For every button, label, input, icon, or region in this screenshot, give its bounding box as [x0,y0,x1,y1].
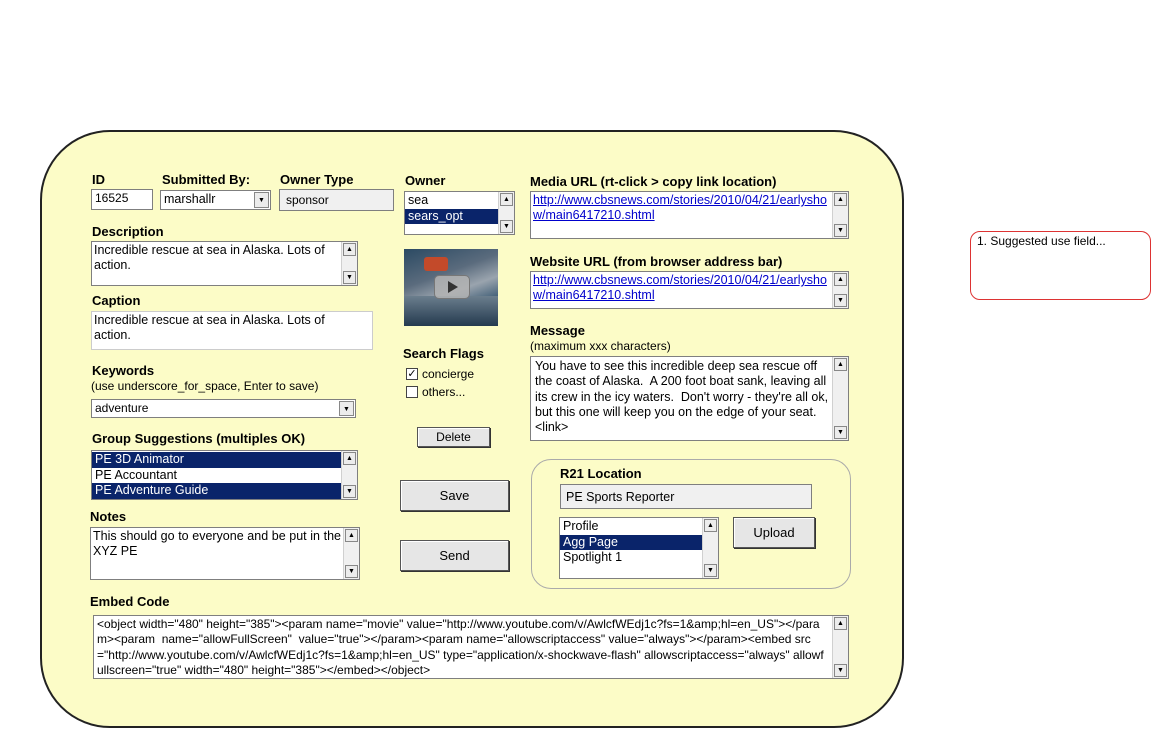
scroll-up-icon[interactable]: ▲ [704,519,717,532]
embed-code-label: Embed Code [90,594,170,609]
scroll-down-icon[interactable]: ▼ [834,426,847,439]
search-flags-label: Search Flags [403,346,484,361]
save-button[interactable]: Save [400,480,509,511]
scrollbar[interactable]: ▲ ▼ [498,192,514,234]
scroll-down-icon[interactable]: ▼ [834,224,847,237]
scroll-up-icon[interactable]: ▲ [834,617,847,630]
description-field[interactable]: Incredible rescue at sea in Alaska. Lots… [91,241,358,286]
scroll-up-icon[interactable]: ▲ [834,193,847,206]
embed-code-text: <object width="480" height="385"><param … [97,617,824,677]
scrollbar[interactable]: ▲ ▼ [343,528,359,579]
media-url-link[interactable]: http://www.cbsnews.com/stories/2010/04/2… [533,193,830,223]
caption-text: Incredible rescue at sea in Alaska. Lots… [94,313,329,342]
message-text: You have to see this incredible deep sea… [535,359,832,435]
message-label: Message [530,323,585,338]
message-hint: (maximum xxx characters) [530,339,671,353]
r21-option-selected[interactable]: Agg Page [560,534,702,550]
caption-label: Caption [92,293,141,308]
chevron-down-icon[interactable]: ▼ [339,401,354,416]
r21-location-list[interactable]: Profile Agg Page Spotlight 1 ▲ ▼ [559,517,719,579]
submitted-by-value: marshallr [164,192,216,206]
website-url-field[interactable]: http://www.cbsnews.com/stories/2010/04/2… [530,271,849,309]
delete-button[interactable]: Delete [417,427,490,447]
video-scene [424,257,448,271]
id-field[interactable]: 16525 [91,189,153,210]
owner-list[interactable]: sea sears_opt ▲ ▼ [404,191,515,235]
notes-text: This should go to everyone and be put in… [93,529,341,558]
group-suggestions-label: Group Suggestions (multiples OK) [92,431,306,446]
media-url-field[interactable]: http://www.cbsnews.com/stories/2010/04/2… [530,191,849,239]
flag-label-others: others... [422,385,466,399]
scrollbar[interactable]: ▲ ▼ [832,272,848,308]
keywords-hint: (use underscore_for_space, Enter to save… [91,379,319,393]
upload-button[interactable]: Upload [733,517,815,548]
message-field[interactable]: You have to see this incredible deep sea… [530,356,849,441]
flag-label-concierge: concierge [422,367,475,381]
scrollbar[interactable]: ▲ ▼ [341,242,357,285]
scroll-up-icon[interactable]: ▲ [343,452,356,465]
owner-type-field: sponsor [279,189,394,211]
media-url-label: Media URL (rt-click > copy link location… [530,174,777,189]
keywords-label: Keywords [92,363,155,378]
caption-field[interactable]: Incredible rescue at sea in Alaska. Lots… [91,311,373,350]
r21-location-label: R21 Location [560,466,642,481]
checkbox-others[interactable] [406,386,418,398]
scrollbar[interactable]: ▲ ▼ [832,616,848,678]
scroll-up-icon[interactable]: ▲ [500,193,513,206]
id-label: ID [92,172,105,187]
scroll-down-icon[interactable]: ▼ [343,271,356,284]
group-suggestions-list[interactable]: PE 3D Animator PE Accountant PE Adventur… [91,450,358,500]
submitted-by-select[interactable]: marshallr ▼ [160,190,271,210]
owner-option[interactable]: sea [405,193,498,209]
play-icon[interactable] [434,275,470,299]
chevron-down-icon[interactable]: ▼ [254,192,269,208]
embed-code-field[interactable]: <object width="480" height="385"><param … [93,615,849,679]
r21-option[interactable]: Profile [560,519,702,535]
scroll-up-icon[interactable]: ▲ [834,273,847,286]
scrollbar[interactable]: ▲ ▼ [341,451,357,499]
submitted-by-label: Submitted By: [162,172,251,187]
scrollbar[interactable]: ▲ ▼ [702,518,718,578]
video-thumbnail[interactable] [404,249,498,326]
send-button[interactable]: Send [400,540,509,571]
keywords-value: adventure [95,401,149,415]
scrollbar[interactable]: ▲ ▼ [832,357,848,440]
scroll-down-icon[interactable]: ▼ [704,564,717,577]
group-option[interactable]: PE Accountant [92,468,341,484]
suggestion-note: 1. Suggested use field... [970,231,1151,300]
scroll-up-icon[interactable]: ▲ [345,529,358,542]
description-text: Incredible rescue at sea in Alaska. Lots… [94,243,329,272]
r21-option[interactable]: Spotlight 1 [560,550,702,566]
scroll-down-icon[interactable]: ▼ [500,220,513,233]
owner-option-selected[interactable]: sears_opt [405,208,498,224]
description-label: Description [92,224,164,239]
scroll-down-icon[interactable]: ▼ [834,664,847,677]
group-option-selected[interactable]: PE 3D Animator [92,452,341,468]
video-scene [404,296,498,326]
scroll-down-icon[interactable]: ▼ [343,485,356,498]
notes-field[interactable]: This should go to everyone and be put in… [90,527,360,580]
owner-label: Owner [405,173,446,188]
group-option-selected[interactable]: PE Adventure Guide [92,483,341,499]
checkbox-concierge[interactable]: ✓ [406,368,418,380]
scroll-down-icon[interactable]: ▼ [834,294,847,307]
r21-location-field[interactable]: PE Sports Reporter [560,484,812,509]
scroll-up-icon[interactable]: ▲ [834,358,847,371]
scrollbar[interactable]: ▲ ▼ [832,192,848,238]
website-url-label: Website URL (from browser address bar) [530,254,783,269]
website-url-link[interactable]: http://www.cbsnews.com/stories/2010/04/2… [533,273,830,303]
scroll-down-icon[interactable]: ▼ [345,565,358,578]
scroll-up-icon[interactable]: ▲ [343,243,356,256]
notes-label: Notes [90,509,127,524]
keywords-select[interactable]: adventure ▼ [91,399,356,418]
owner-type-label: Owner Type [280,172,354,187]
